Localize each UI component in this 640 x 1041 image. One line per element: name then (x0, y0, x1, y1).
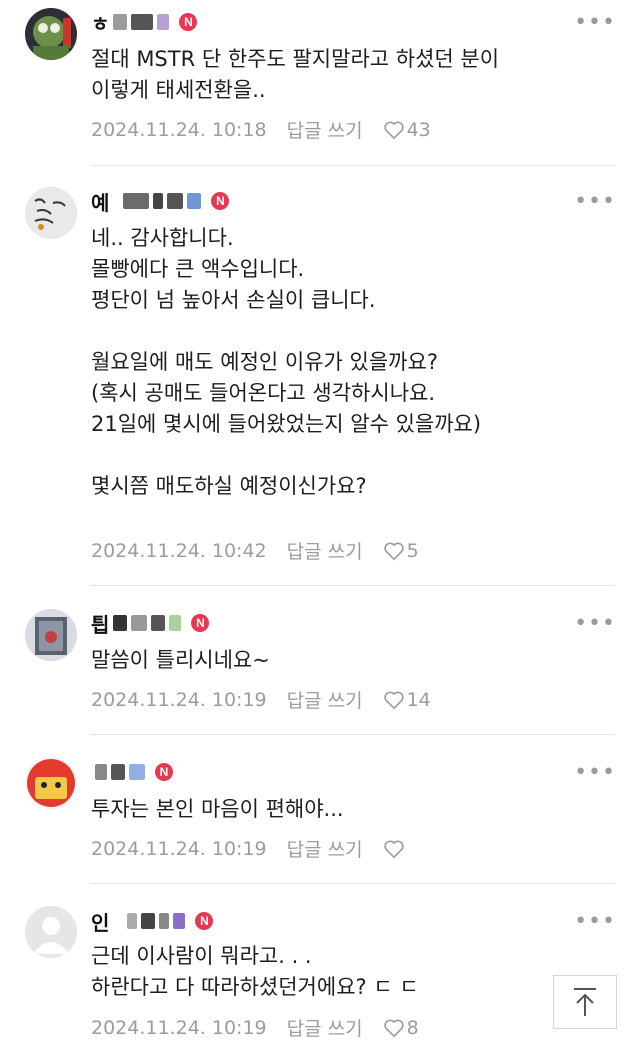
heart-icon (383, 840, 404, 858)
comment-date: 2024.11.24. 10:19 (91, 1016, 267, 1039)
divider (90, 165, 615, 166)
blurred-name (173, 913, 186, 929)
avatar[interactable] (25, 187, 77, 239)
blurred-name (187, 193, 202, 209)
like-count: 8 (406, 1016, 419, 1039)
reply-button[interactable]: 답글 쓰기 (287, 686, 363, 713)
divider (90, 734, 615, 735)
reply-button[interactable]: 답글 쓰기 (287, 1014, 363, 1041)
blurred-name (127, 913, 138, 929)
new-badge: N (195, 912, 214, 930)
blurred-name (169, 615, 182, 631)
like-button[interactable]: 43 (383, 119, 431, 141)
more-icon[interactable]: ••• (574, 613, 616, 635)
comment-author[interactable]: 예 (91, 187, 109, 216)
like-button[interactable]: 14 (383, 689, 431, 711)
blurred-name (111, 764, 125, 780)
more-icon[interactable]: ••• (574, 762, 616, 784)
heart-icon (383, 542, 404, 560)
reply-button[interactable]: 답글 쓰기 (287, 116, 363, 143)
comment-body: 네.. 감사합니다. 몰빵에다 큰 액수입니다. 평단이 넘 높아서 손실이 큽… (91, 226, 482, 498)
scroll-top-button[interactable] (553, 975, 617, 1029)
heart-icon (383, 691, 404, 709)
comment-body: 절대 MSTR 단 한주도 팔지말라고 하셨던 분이 이렇게 태세전환을.. (91, 47, 500, 102)
new-badge: N (179, 13, 198, 31)
more-icon[interactable]: ••• (574, 191, 616, 213)
blurred-name (95, 764, 107, 780)
comment-body: 말씀이 틀리시네요~ (91, 648, 270, 672)
like-button[interactable] (383, 839, 407, 859)
reply-button[interactable]: 답글 쓰기 (287, 537, 363, 564)
new-badge: N (211, 192, 230, 210)
avatar[interactable] (25, 609, 77, 661)
like-count: 43 (406, 118, 431, 141)
divider (90, 883, 615, 884)
comment-date: 2024.11.24. 10:18 (91, 118, 267, 141)
blurred-name (113, 615, 128, 631)
comment-date: 2024.11.24. 10:19 (91, 837, 267, 860)
blurred-name (167, 193, 184, 209)
blurred-name (123, 193, 150, 209)
blurred-name (151, 615, 166, 631)
blurred-name (159, 913, 170, 929)
reply-button[interactable]: 답글 쓰기 (287, 835, 363, 862)
blurred-name (131, 615, 148, 631)
comment-author[interactable]: 인 (91, 907, 109, 936)
comment-author[interactable]: ㅎ (91, 8, 109, 37)
comment-body: 투자는 본인 마음이 편해야... (91, 797, 344, 821)
blurred-name (113, 14, 128, 30)
like-count: 5 (406, 539, 419, 562)
blurred-name (157, 14, 170, 30)
blurred-name (153, 193, 164, 209)
blurred-name (131, 14, 154, 30)
like-button[interactable]: 8 (383, 1017, 419, 1039)
heart-icon (383, 1019, 404, 1037)
more-icon[interactable]: ••• (574, 911, 616, 933)
like-button[interactable]: 5 (383, 540, 419, 562)
comment-date: 2024.11.24. 10:19 (91, 688, 267, 711)
comment-body: 근데 이사람이 뭐라고. . . 하란다고 다 따라하셨던거에요? ㄷ ㄷ (91, 944, 419, 999)
new-badge: N (191, 614, 210, 632)
divider (90, 585, 615, 586)
comment-author[interactable]: 틥 (91, 609, 109, 638)
new-badge: N (155, 763, 173, 781)
like-count: 14 (406, 688, 431, 711)
blurred-name (141, 913, 156, 929)
heart-icon (383, 121, 404, 139)
comment-date: 2024.11.24. 10:42 (91, 539, 267, 562)
avatar[interactable] (25, 8, 77, 60)
avatar[interactable] (25, 757, 77, 809)
arrow-up-icon (574, 988, 596, 1016)
blurred-name (129, 764, 145, 780)
avatar[interactable] (25, 906, 77, 958)
more-icon[interactable]: ••• (574, 12, 616, 34)
